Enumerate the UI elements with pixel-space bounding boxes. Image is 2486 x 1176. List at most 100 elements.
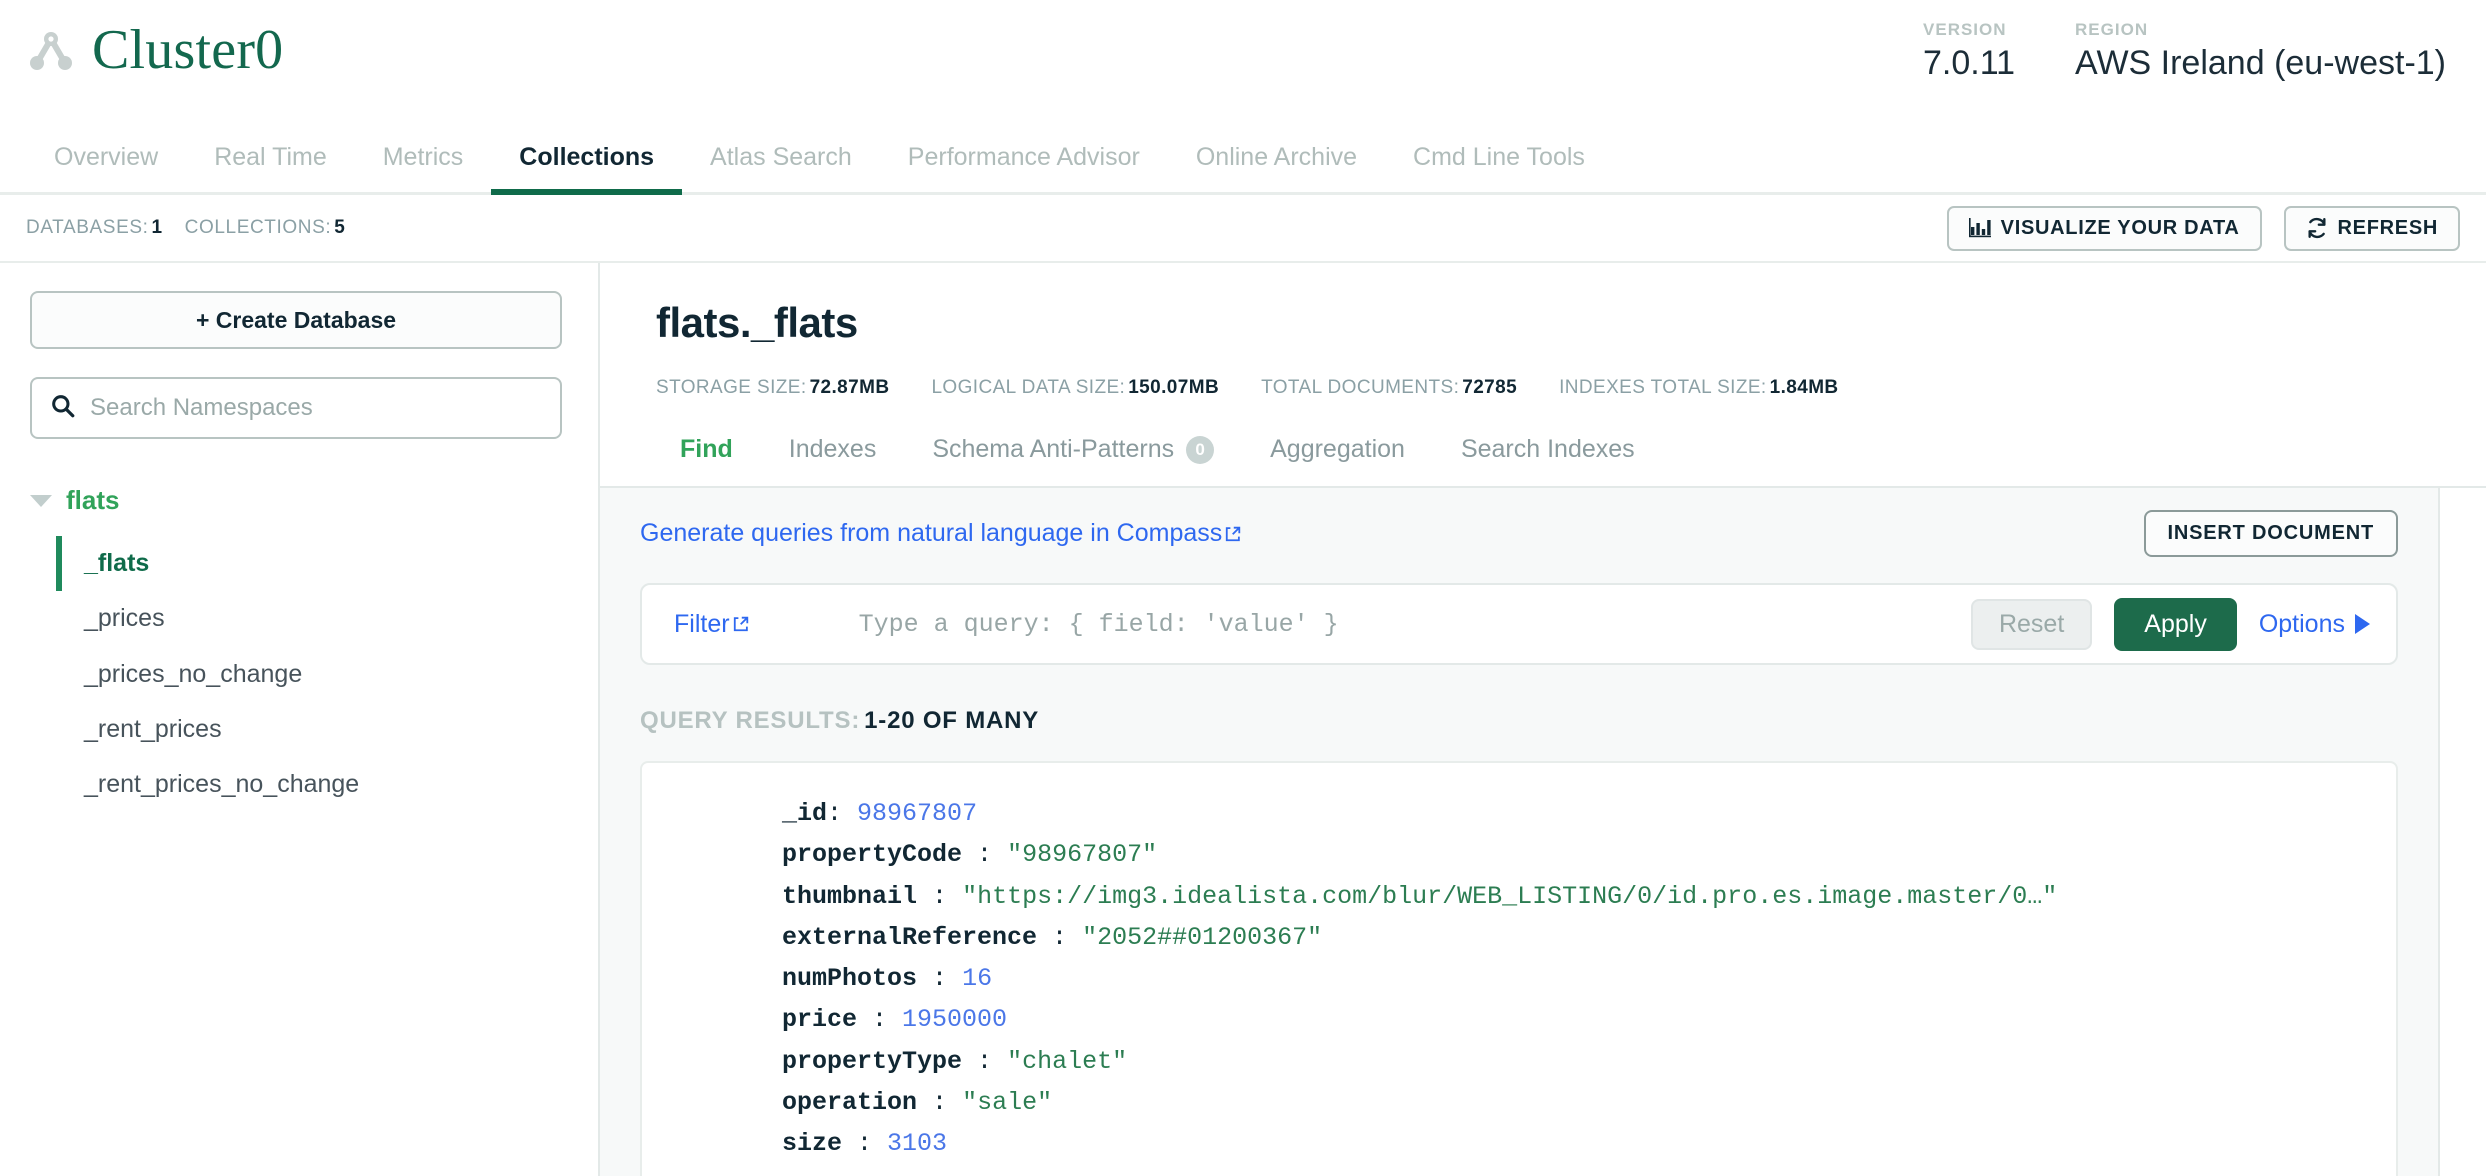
stat-storage-size-label: STORAGE SIZE: [656, 377, 807, 398]
search-namespaces-input[interactable] [90, 394, 542, 422]
query-results-text: QUERY RESULTS: [640, 707, 861, 734]
collection-main-panel: flats._flats STORAGE SIZE: 72.87MB LOGICA… [600, 263, 2486, 1176]
tab-metrics[interactable]: Metrics [355, 122, 492, 192]
collections-value: 5 [334, 217, 346, 238]
filter-label[interactable]: Filter [674, 610, 749, 639]
compass-nl-query-link[interactable]: Generate queries from natural language i… [640, 519, 1241, 548]
databases-count: DATABASES: 1 [26, 217, 163, 239]
sub-tab-aggregation[interactable]: Aggregation [1242, 429, 1433, 486]
collection-item-rent-prices-no-change[interactable]: _rent_prices_no_change [56, 757, 562, 812]
document-field-row: propertyType : "chalet" [782, 1041, 2396, 1082]
options-toggle[interactable]: Options [2259, 610, 2370, 639]
document-body: _id: 98967807 propertyCode : "98967807" … [642, 793, 2396, 1164]
field-separator: : [917, 881, 948, 911]
tab-collections[interactable]: Collections [491, 122, 682, 195]
page-body: + Create Database flats _flats _prices _… [0, 263, 2486, 1176]
tab-atlas-search[interactable]: Atlas Search [682, 122, 880, 192]
stat-logical-data-size-value: 150.07MB [1128, 377, 1220, 398]
sub-tab-search-indexes[interactable]: Search Indexes [1433, 429, 1663, 486]
database-count-bar: DATABASES: 1 COLLECTIONS: 5 VISUALIZE YOUR… [0, 195, 2486, 263]
filter-actions: Reset Apply Options [1970, 597, 2370, 651]
cluster-meta: VERSION 7.0.11 REGION AWS Ireland (eu-we… [1923, 18, 2446, 82]
field-separator: : [1037, 922, 1068, 952]
document-field-row: size : 3103 [782, 1123, 2396, 1164]
database-label: flats [66, 485, 120, 515]
triangle-right-icon [2355, 614, 2370, 634]
collection-item-prices-no-change[interactable]: _prices_no_change [56, 647, 562, 702]
collections-count: COLLECTIONS: 5 [185, 217, 346, 239]
sub-tab-schema-anti-patterns[interactable]: Schema Anti-Patterns 0 [904, 429, 1242, 486]
field-key: externalReference [782, 922, 1038, 952]
stat-total-documents-value: 72785 [1462, 377, 1518, 398]
document-field-row: thumbnail : "https://img3.idealista.com/… [782, 876, 2396, 917]
region-value: AWS Ireland (eu-west-1) [2075, 44, 2446, 82]
toolbar-buttons: VISUALIZE YOUR DATA REFRESH [1946, 205, 2460, 251]
reset-button[interactable]: Reset [1970, 598, 2093, 650]
stat-indexes-total-size: INDEXES TOTAL SIZE: 1.84MB [1559, 377, 1838, 399]
field-value: 1950000 [902, 1005, 1008, 1035]
create-database-button[interactable]: + Create Database [30, 291, 562, 349]
collection-item-rent-prices[interactable]: _rent_prices [56, 702, 562, 757]
tab-online-archive[interactable]: Online Archive [1168, 122, 1385, 192]
chevron-down-icon[interactable] [30, 494, 52, 507]
insert-document-button[interactable]: INSERT DOCUMENT [2143, 510, 2398, 557]
counts-group: DATABASES: 1 COLLECTIONS: 5 [26, 217, 345, 239]
document-card[interactable]: _id: 98967807 propertyCode : "98967807" … [640, 761, 2398, 1176]
version-label: VERSION [1923, 20, 2007, 39]
search-namespaces-wrapper[interactable] [30, 377, 562, 439]
field-separator: : [962, 840, 993, 870]
tab-cmd-line-tools[interactable]: Cmd Line Tools [1385, 122, 1613, 192]
collection-item-prices[interactable]: _prices [56, 591, 562, 646]
tab-overview[interactable]: Overview [26, 122, 186, 192]
visualize-your-data-button[interactable]: VISUALIZE YOUR DATA [1946, 205, 2262, 251]
cluster-name: Cluster0 [92, 19, 284, 81]
stat-indexes-total-size-value: 1.84MB [1769, 377, 1839, 398]
search-icon [50, 393, 76, 424]
status-badge: 0 [1186, 435, 1215, 464]
collection-item-flats[interactable]: _flats [56, 536, 562, 592]
field-separator: : [962, 1046, 993, 1076]
document-field-row: _id: 98967807 [782, 793, 2396, 834]
refresh-button[interactable]: REFRESH [2283, 205, 2460, 251]
document-field-row: numPhotos : 16 [782, 958, 2396, 999]
field-value: "chalet" [1007, 1046, 1128, 1076]
field-value: "sale" [962, 1087, 1053, 1117]
find-query-zone: Generate queries from natural language i… [600, 488, 2440, 1176]
filter-query-input[interactable] [778, 609, 1941, 639]
field-value: "https://img3.idealista.com/blur/WEB_LIS… [962, 881, 2058, 911]
collection-stats: STORAGE SIZE: 72.87MB LOGICAL DATA SIZE: 1… [656, 377, 2486, 399]
tab-real-time[interactable]: Real Time [186, 122, 355, 192]
tab-performance-advisor[interactable]: Performance Advisor [880, 122, 1168, 192]
apply-button[interactable]: Apply [2114, 597, 2237, 651]
document-field-row: operation : "sale" [782, 1082, 2396, 1123]
field-separator: : [842, 1129, 873, 1158]
field-separator: : [857, 1005, 888, 1035]
sub-tab-schema-anti-patterns-label: Schema Anti-Patterns [932, 435, 1175, 463]
field-value: "2052##01200367" [1082, 922, 1323, 952]
options-toggle-label: Options [2258, 609, 2345, 638]
field-separator: : [917, 1087, 948, 1117]
document-field-row: price : 1950000 [782, 999, 2396, 1040]
version-value: 7.0.11 [1923, 44, 2016, 82]
bar-chart-icon [1968, 218, 1991, 238]
collection-list: _flats _prices _prices_no_change _rent_p… [30, 536, 562, 812]
stat-storage-size: STORAGE SIZE: 72.87MB [656, 377, 889, 399]
cluster-brand[interactable]: Cluster0 [28, 18, 283, 78]
refresh-icon [2306, 217, 2328, 239]
page-title: flats._flats [656, 299, 858, 346]
refresh-label: REFRESH [2337, 216, 2438, 239]
stat-total-documents: TOTAL DOCUMENTS: 72785 [1261, 377, 1517, 399]
sub-tab-find[interactable]: Find [652, 429, 761, 486]
field-key: size [782, 1129, 843, 1158]
field-value: 98967807 [857, 799, 978, 828]
databases-value: 1 [151, 217, 163, 238]
field-key: thumbnail [782, 881, 918, 911]
sub-tab-indexes[interactable]: Indexes [761, 429, 905, 486]
cluster-nav-tabs: Overview Real Time Metrics Collections A… [0, 122, 2486, 195]
collection-sub-tabs: Find Indexes Schema Anti-Patterns 0 Aggr… [600, 429, 2486, 488]
database-flats[interactable]: flats [30, 479, 562, 522]
field-value: "98967807" [1007, 840, 1158, 870]
field-key: _id [782, 799, 828, 828]
field-key: propertyCode [782, 840, 963, 870]
region-label: REGION [2075, 20, 2149, 39]
